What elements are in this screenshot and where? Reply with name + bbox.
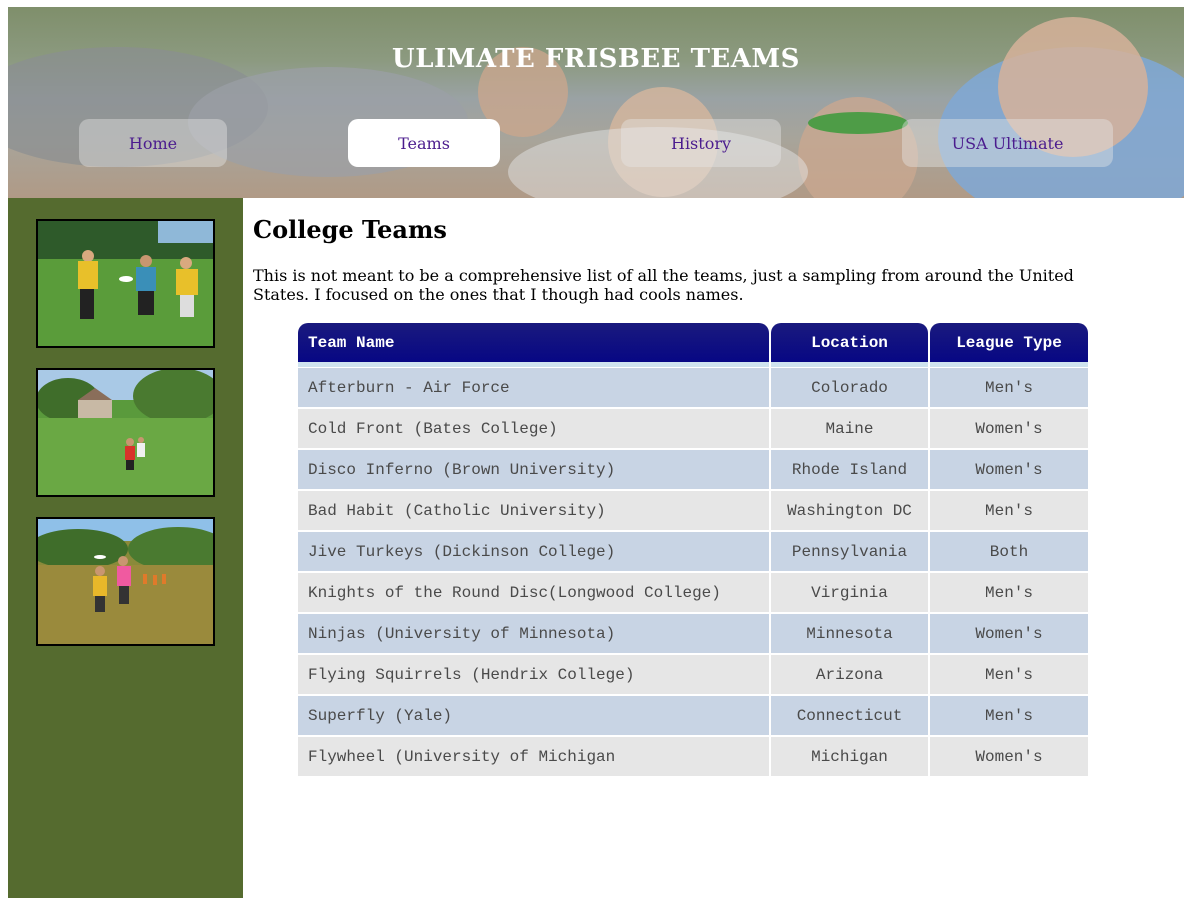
nav-teams[interactable]: Teams	[348, 119, 500, 167]
league-type-cell: Women's	[930, 450, 1088, 491]
league-type-cell: Women's	[930, 614, 1088, 655]
location-cell: Pennsylvania	[771, 532, 928, 573]
location-cell: Maine	[771, 409, 928, 450]
nav-teams-label: Teams	[398, 133, 450, 153]
site-title: ULIMATE FRISBEE TEAMS	[392, 44, 800, 74]
team-name-cell: Flying Squirrels (Hendrix College)	[298, 655, 769, 696]
table-row: Cold Front (Bates College) Maine Women's	[298, 409, 1088, 450]
team-name-cell: Bad Habit (Catholic University)	[298, 491, 769, 532]
header-banner: ULIMATE FRISBEE TEAMS Home Teams History…	[8, 7, 1184, 198]
table-row: Flywheel (University of Michigan Michiga…	[298, 737, 1088, 778]
ultimate-throw-photo	[36, 517, 215, 646]
location-cell: Washington DC	[771, 491, 928, 532]
team-name-cell: Cold Front (Bates College)	[298, 409, 769, 450]
location-cell: Michigan	[771, 737, 928, 778]
page-frame: ULIMATE FRISBEE TEAMS Home Teams History…	[8, 7, 1184, 898]
column-header-team-name[interactable]: Team Name	[298, 323, 769, 367]
table-row: Bad Habit (Catholic University) Washingt…	[298, 491, 1088, 532]
nav-home-label: Home	[128, 133, 178, 153]
team-name-cell: Jive Turkeys (Dickinson College)	[298, 532, 769, 573]
league-type-cell: Men's	[930, 367, 1088, 409]
table-row: Knights of the Round Disc(Longwood Colle…	[298, 573, 1088, 614]
teams-table: Team Name Location League Type Afterburn…	[296, 323, 1090, 778]
nav-usa-ultimate[interactable]: USA Ultimate	[902, 119, 1113, 167]
league-type-cell: Both	[930, 532, 1088, 573]
team-name-cell: Ninjas (University of Minnesota)	[298, 614, 769, 655]
ultimate-field-photo	[36, 368, 215, 497]
team-name-cell: Superfly (Yale)	[298, 696, 769, 737]
sidebar	[8, 198, 243, 898]
ultimate-players-photo	[36, 219, 215, 348]
table-header-row: Team Name Location League Type	[298, 323, 1088, 367]
league-type-cell: Men's	[930, 655, 1088, 696]
location-cell: Virginia	[771, 573, 928, 614]
location-cell: Colorado	[771, 367, 928, 409]
table-row: Flying Squirrels (Hendrix College) Arizo…	[298, 655, 1088, 696]
table-row: Ninjas (University of Minnesota) Minneso…	[298, 614, 1088, 655]
page-title: College Teams	[253, 215, 447, 244]
league-type-cell: Men's	[930, 491, 1088, 532]
nav-home[interactable]: Home	[79, 119, 227, 167]
team-name-cell: Knights of the Round Disc(Longwood Colle…	[298, 573, 769, 614]
team-name-cell: Flywheel (University of Michigan	[298, 737, 769, 778]
table-row: Afterburn - Air Force Colorado Men's	[298, 367, 1088, 409]
league-type-cell: Women's	[930, 737, 1088, 778]
location-cell: Arizona	[771, 655, 928, 696]
table-row: Jive Turkeys (Dickinson College) Pennsyl…	[298, 532, 1088, 573]
nav-usa-ultimate-label: USA Ultimate	[951, 133, 1064, 153]
column-header-league-type[interactable]: League Type	[930, 323, 1088, 367]
banner-headband-shape	[808, 112, 908, 134]
column-header-location[interactable]: Location	[771, 323, 928, 367]
nav-history-label: History	[670, 133, 732, 153]
location-cell: Rhode Island	[771, 450, 928, 491]
location-cell: Connecticut	[771, 696, 928, 737]
nav-history[interactable]: History	[621, 119, 781, 167]
league-type-cell: Women's	[930, 409, 1088, 450]
team-name-cell: Disco Inferno (Brown University)	[298, 450, 769, 491]
league-type-cell: Men's	[930, 573, 1088, 614]
table-row: Superfly (Yale) Connecticut Men's	[298, 696, 1088, 737]
intro-text: This is not meant to be a comprehensive …	[253, 266, 1074, 304]
league-type-cell: Men's	[930, 696, 1088, 737]
team-name-cell: Afterburn - Air Force	[298, 367, 769, 409]
table-row: Disco Inferno (Brown University) Rhode I…	[298, 450, 1088, 491]
location-cell: Minnesota	[771, 614, 928, 655]
